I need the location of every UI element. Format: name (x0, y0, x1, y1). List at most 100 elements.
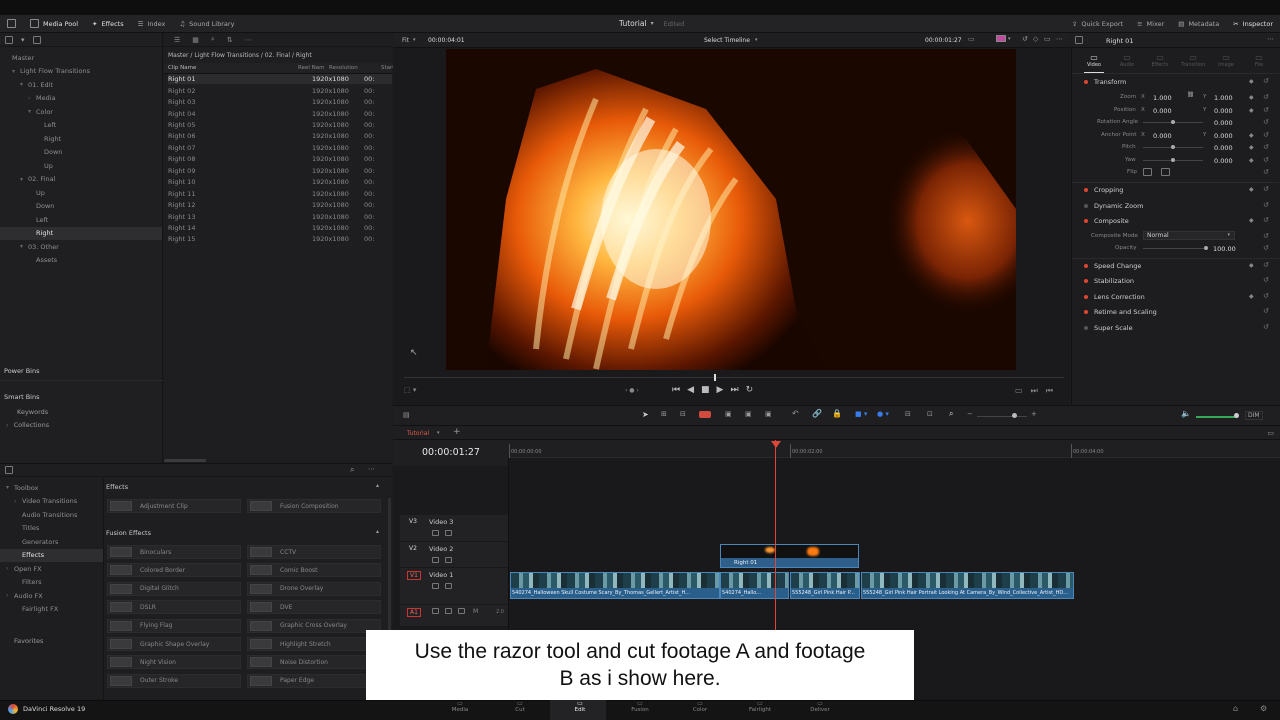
chevron-down-icon[interactable]: ▾ (651, 20, 654, 27)
clip-row[interactable]: Right 15 1920x1080 00: (168, 234, 392, 246)
fusion-effect-item[interactable]: Noise Distortion (247, 655, 381, 670)
dual-viewer-icon[interactable]: ▭ (1044, 35, 1051, 43)
timeline-tab[interactable]: Tutorial (407, 430, 429, 437)
add-timeline-icon[interactable]: + (453, 427, 461, 437)
bin-view-icon[interactable] (5, 35, 13, 44)
position-x-field[interactable]: 0.000 (1153, 107, 1172, 115)
inspector-tab-file[interactable]: ▭ File (1247, 53, 1271, 68)
lock-icon[interactable] (432, 608, 439, 614)
thumbnail-view-icon[interactable]: ▦ (192, 36, 199, 44)
match-frame-icon[interactable]: ▭ (1015, 386, 1031, 395)
effects-tree-item[interactable]: Filters (0, 576, 41, 589)
clip-row[interactable]: Right 02 1920x1080 00: (168, 85, 392, 97)
play-icon[interactable]: ▶ (717, 385, 731, 395)
reset-icon[interactable]: ↺ (1263, 232, 1269, 240)
camera-icon[interactable] (445, 608, 452, 614)
reset-icon[interactable]: ↺ (1263, 131, 1269, 139)
inspector-section[interactable]: Lens Correction (1072, 293, 1278, 301)
effects-tree-item[interactable]: Audio Transitions (0, 508, 77, 521)
volume-slider[interactable] (1196, 416, 1238, 418)
timeline-clip-v1[interactable]: 555248_Girl Pink Hair Portrait Looking A… (861, 572, 1074, 599)
more-icon[interactable]: ⋯ (1056, 35, 1063, 43)
camera-icon[interactable] (445, 583, 452, 589)
chevron-down-icon[interactable]: ▾ (437, 430, 440, 436)
loop-icon[interactable]: ↻ (746, 385, 761, 395)
viewer-mode-icon[interactable]: ▭ (968, 35, 975, 43)
timeline-timecode[interactable]: 00:00:01:27 (422, 447, 480, 458)
bin-item[interactable]: Down (0, 200, 54, 213)
smart-bin-collections[interactable]: › Collections (6, 421, 49, 429)
chevron-icon[interactable]: ▾ (6, 484, 14, 491)
col-reel-name[interactable]: Reel Nam (298, 65, 324, 71)
clip-row[interactable]: Right 05 1920x1080 00: (168, 120, 392, 132)
chevron-icon[interactable]: ▾ (20, 243, 28, 250)
track-id[interactable]: V3 (407, 518, 419, 525)
lock-icon[interactable]: 🔒 (832, 409, 842, 418)
anchor-y-field[interactable]: 0.000 (1214, 132, 1233, 140)
link-icon[interactable]: ⛓ (1187, 92, 1194, 98)
reset-icon[interactable]: ↺ (1263, 244, 1269, 252)
visibility-icon[interactable] (458, 608, 465, 614)
lock-icon[interactable] (432, 557, 439, 563)
more-icon[interactable]: ⋯ (1267, 35, 1274, 43)
grid-icon[interactable] (32, 35, 41, 44)
clip-row[interactable]: Right 10 1920x1080 00: (168, 177, 392, 189)
clip-row[interactable]: Right 01 1920x1080 00: (168, 74, 392, 86)
opacity-slider[interactable] (1143, 248, 1206, 249)
bin-item[interactable]: Right (0, 132, 61, 145)
timeline-options-icon[interactable]: ▤ (403, 411, 410, 419)
effects-tree-item[interactable]: Titles (0, 522, 39, 535)
track-id[interactable]: V2 (407, 545, 419, 552)
settings-icon[interactable]: ⚙ (1260, 704, 1267, 713)
opacity-field[interactable]: 100.00 (1213, 245, 1236, 253)
zoom-slider[interactable] (977, 416, 1027, 417)
zoom-y-field[interactable]: 1.000 (1214, 94, 1233, 102)
keyframe-icon[interactable]: ◆ (1249, 157, 1254, 164)
workspace-toggle[interactable] (0, 15, 23, 33)
jog-playhead[interactable] (714, 374, 716, 381)
fusion-effect-item[interactable]: Flying Flag (107, 618, 241, 633)
camera-icon[interactable] (445, 557, 452, 563)
effect-item[interactable]: Adjustment Clip (107, 499, 241, 513)
fusion-effect-item[interactable]: DSLR (107, 600, 241, 615)
reset-icon[interactable]: ↺ (1263, 156, 1269, 164)
clip-row[interactable]: Right 03 1920x1080 00: (168, 97, 392, 109)
reset-icon[interactable]: ↺ (1263, 216, 1269, 224)
keyframe-icon[interactable]: ◆ (1249, 132, 1254, 139)
timeline-ruler[interactable] (509, 440, 1280, 458)
color-picker-icon[interactable] (996, 35, 1006, 42)
inspector-tab-effects[interactable]: ▭ Effects (1148, 53, 1172, 68)
zoom-icon[interactable]: ⌕ (949, 409, 953, 419)
zoom-out-icon[interactable]: − (967, 410, 973, 418)
volume-slider-knob[interactable] (1234, 413, 1239, 418)
reset-icon[interactable]: ↺ (1263, 93, 1269, 101)
fusion-effect-item[interactable]: Highlight Stretch (247, 637, 381, 651)
fusion-effect-item[interactable]: Comic Boost (247, 563, 381, 578)
clip-row[interactable]: Right 08 1920x1080 00: (168, 154, 392, 166)
fusion-effect-item[interactable]: Colored Border (107, 563, 241, 578)
next-edit-icon[interactable]: ⏭ (1031, 386, 1046, 395)
trim-tool-icon[interactable]: ⊞ (661, 410, 667, 418)
fusion-effect-item[interactable]: Night Vision (107, 655, 241, 670)
bin-item[interactable]: Assets (0, 254, 57, 267)
timeline-view-icon[interactable]: ▭ (1267, 429, 1274, 437)
effects-tree-item[interactable]: › Audio FX (0, 589, 43, 602)
clip-row[interactable]: Right 12 1920x1080 00: (168, 200, 392, 212)
clip-row[interactable]: Right 06 1920x1080 00: (168, 131, 392, 143)
jog-bar[interactable] (404, 377, 1064, 378)
cropping-section[interactable]: Cropping (1072, 186, 1278, 194)
go-to-end-icon[interactable]: ⏭ (730, 385, 745, 395)
metadata-button[interactable]: ▤ Metadata (1171, 15, 1226, 33)
bin-item[interactable]: Up (0, 186, 45, 199)
reset-icon[interactable]: ↺ (1263, 292, 1269, 300)
section-enabled-dot[interactable] (1084, 295, 1088, 299)
fusion-effect-item[interactable]: DVE (247, 600, 381, 615)
flag-icon[interactable]: ■ ▾ (855, 410, 867, 418)
section-enabled-dot[interactable] (1084, 204, 1088, 208)
viewer-image[interactable] (446, 49, 1016, 370)
bin-item[interactable]: Master (0, 51, 34, 64)
position-y-field[interactable]: 0.000 (1214, 107, 1233, 115)
dynamic-trim-icon[interactable]: ⊟ (680, 410, 686, 418)
keyframe-icon[interactable]: ◆ (1249, 107, 1254, 114)
zoom-fit-dropdown[interactable]: Fit (402, 37, 409, 44)
